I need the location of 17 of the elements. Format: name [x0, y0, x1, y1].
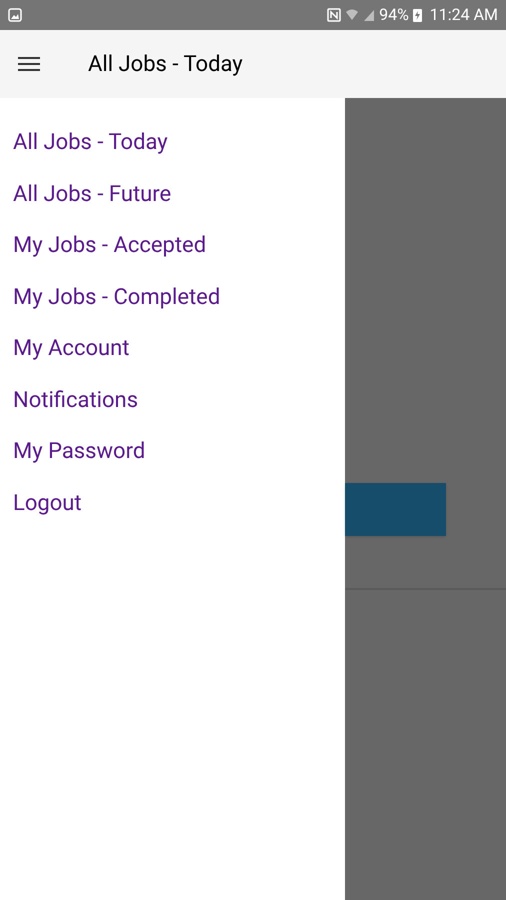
clock: 11:24 AM — [430, 4, 498, 26]
drawer-item[interactable]: My Password — [13, 426, 146, 478]
drawer-item[interactable]: My Account — [13, 323, 130, 374]
wifi-icon — [345, 8, 360, 22]
drawer-item[interactable]: All Jobs - Today — [13, 117, 168, 168]
battery-icon — [412, 8, 422, 22]
image-icon — [8, 8, 22, 22]
battery-percent: 94% — [379, 4, 409, 26]
nfc-icon — [327, 8, 342, 22]
signal-icon — [363, 8, 376, 22]
drawer-item[interactable]: My Jobs - Accepted — [13, 220, 206, 272]
drawer-item[interactable]: Logout — [13, 478, 82, 529]
drawer-item[interactable]: Notifications — [13, 374, 138, 426]
app-bar-title: All Jobs - Today — [88, 50, 243, 78]
drawer-item[interactable]: All Jobs - Future — [13, 168, 172, 220]
drawer-item[interactable]: My Jobs - Completed — [13, 272, 220, 323]
menu-icon[interactable] — [18, 54, 42, 74]
